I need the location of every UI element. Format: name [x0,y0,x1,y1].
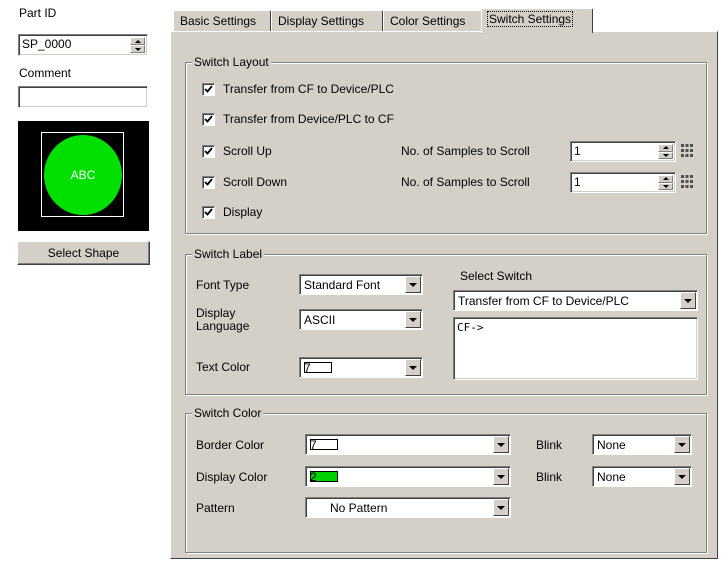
switch-color-group: Switch Color Border Color 7 Display Colo… [185,406,707,553]
switch-layout-title: Switch Layout [192,55,271,69]
select-switch-select[interactable]: Transfer from CF to Device/PLC [453,290,698,311]
border-color-value: 7 [310,438,317,452]
spin-up-icon[interactable] [130,37,145,45]
display-checkbox[interactable] [202,206,215,219]
text-color-select[interactable]: 7 [299,357,423,378]
scroll-down-samples-label: No. of Samples to Scroll [401,175,530,189]
preview-circle: ABC [44,135,122,215]
scroll-down-samples-spinner[interactable] [657,175,673,190]
tab-basic-settings[interactable]: Basic Settings [173,10,271,31]
display-color-value: 2 [310,470,317,484]
preview-text: ABC [70,168,96,182]
text-color-label: Text Color [196,360,251,374]
scroll-up-checkbox[interactable] [202,145,215,158]
comment-value [19,87,147,91]
comment-label: Comment [19,66,72,80]
select-switch-label: Select Switch [460,269,533,283]
part-id-spinner[interactable] [129,37,145,53]
display-language-label: Display Language [196,306,250,333]
spin-up-icon[interactable] [658,144,673,152]
keypad-icon[interactable] [679,173,695,190]
select-switch-value: Transfer from CF to Device/PLC [458,294,629,308]
scroll-down-checkbox[interactable] [202,176,215,189]
part-id-value: SP_0000 [22,37,72,51]
switch-text-area[interactable]: CF-> [453,317,698,380]
switch-settings-panel: Switch Layout Transfer from CF to Device… [170,31,718,559]
font-type-value: Standard Font [304,278,381,292]
chevron-down-icon[interactable] [493,499,509,516]
display-blink-label: Blink [536,470,563,484]
chevron-down-icon[interactable] [674,436,690,453]
display-color-label: Display Color [196,470,268,484]
transfer-cf-to-plc-label: Transfer from CF to Device/PLC [223,82,394,96]
part-id-label: Part ID [19,6,57,20]
chevron-down-icon[interactable] [680,292,696,309]
display-language-select[interactable]: ASCII [299,309,423,330]
spin-down-icon[interactable] [658,151,673,159]
scroll-up-samples-label: No. of Samples to Scroll [401,144,530,158]
switch-label-title: Switch Label [192,247,265,261]
display-color-select[interactable]: 2 [305,466,511,487]
text-color-value: 7 [304,361,311,375]
chevron-down-icon[interactable] [405,276,421,293]
transfer-plc-to-cf-label: Transfer from Device/PLC to CF [223,112,394,126]
border-blink-label: Blink [536,438,563,452]
tab-display-settings[interactable]: Display Settings [271,10,383,31]
border-blink-value: None [597,438,626,452]
font-type-label: Font Type [196,278,250,292]
chevron-down-icon[interactable] [493,436,509,453]
switch-label-group: Switch Label Font Type Standard Font Dis… [185,247,707,395]
select-shape-button[interactable]: Select Shape [17,241,150,265]
display-blink-value: None [597,470,626,484]
comment-field[interactable] [18,86,148,108]
switch-color-title: Switch Color [192,406,264,420]
transfer-plc-to-cf-checkbox[interactable] [202,113,215,126]
spin-up-icon[interactable] [658,175,673,183]
spin-down-icon[interactable] [130,45,145,53]
chevron-down-icon[interactable] [405,359,421,376]
part-id-field[interactable]: SP_0000 [18,34,148,56]
pattern-value: No Pattern [330,501,388,515]
spin-down-icon[interactable] [658,182,673,190]
keypad-icon[interactable] [679,142,695,159]
scroll-down-samples-field[interactable]: 1 [570,172,676,193]
display-label: Display [223,205,263,219]
display-language-value: ASCII [304,313,336,327]
border-color-select[interactable]: 7 [305,434,511,455]
border-blink-select[interactable]: None [592,434,692,455]
display-blink-select[interactable]: None [592,466,692,487]
shape-preview: ABC [18,121,149,231]
scroll-up-label: Scroll Up [223,144,272,158]
chevron-down-icon[interactable] [405,311,421,328]
tab-color-settings[interactable]: Color Settings [383,10,482,31]
tab-switch-settings[interactable]: Switch Settings [481,8,593,33]
font-type-select[interactable]: Standard Font [299,274,423,295]
switch-text-value: CF-> [457,321,484,334]
chevron-down-icon[interactable] [493,468,509,485]
chevron-down-icon[interactable] [674,468,690,485]
transfer-cf-to-plc-checkbox[interactable] [202,83,215,96]
border-color-label: Border Color [196,438,265,452]
scroll-up-samples-field[interactable]: 1 [570,141,676,162]
pattern-select[interactable]: No Pattern [305,497,511,518]
pattern-label: Pattern [196,501,235,515]
scroll-down-label: Scroll Down [223,175,288,189]
switch-layout-group: Switch Layout Transfer from CF to Device… [185,55,707,234]
scroll-up-samples-spinner[interactable] [657,144,673,159]
